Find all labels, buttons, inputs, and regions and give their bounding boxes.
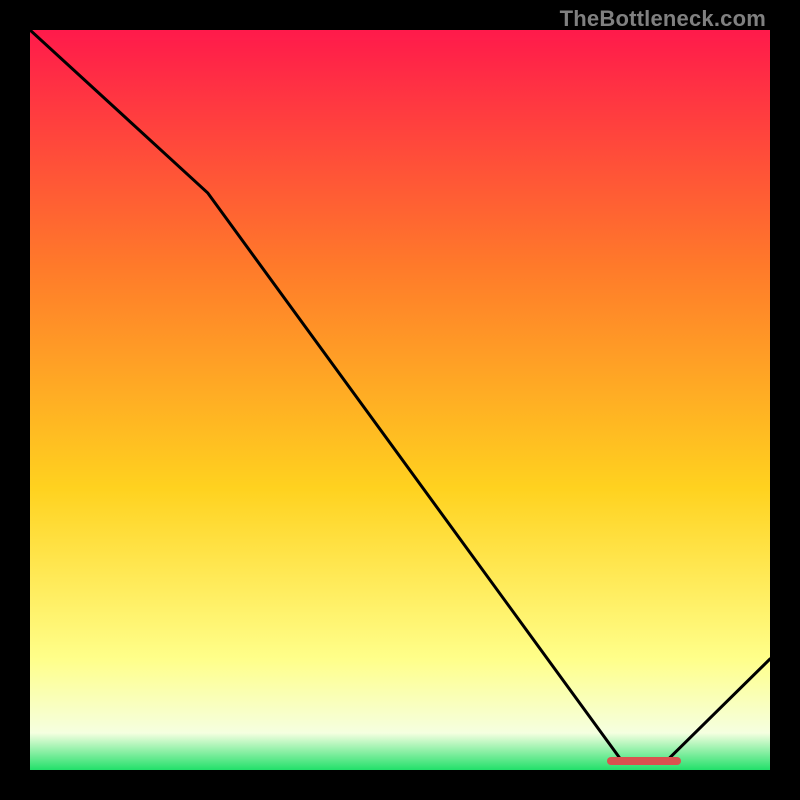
chart-frame bbox=[30, 30, 770, 770]
gradient-background bbox=[30, 30, 770, 770]
chart-plot bbox=[30, 30, 770, 770]
optimal-range-marker bbox=[607, 757, 681, 765]
watermark-text: TheBottleneck.com bbox=[560, 6, 766, 32]
